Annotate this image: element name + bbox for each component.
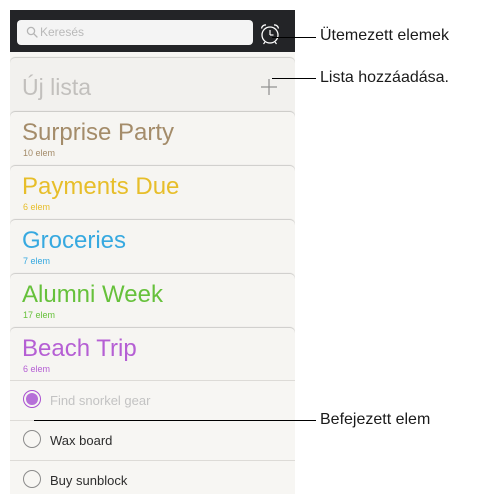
search-icon bbox=[26, 26, 38, 38]
callout-add-list: Lista hozzáadása. bbox=[320, 69, 449, 86]
callout-scheduled-items: Ütemezett elemek bbox=[320, 27, 449, 44]
reminder-text: Find snorkel gear bbox=[50, 393, 151, 408]
plus-icon[interactable] bbox=[260, 78, 278, 96]
list-item-count: 10 elem bbox=[23, 148, 56, 158]
list-card-surprise-party[interactable]: Surprise Party 10 elem bbox=[10, 112, 295, 172]
reminder-row[interactable]: Wax board bbox=[10, 420, 295, 461]
callout-completed-item: Befejezett elem bbox=[320, 411, 431, 428]
list-card-beach-trip[interactable]: Beach Trip 6 elem Find snorkel gear Wax … bbox=[10, 328, 295, 494]
new-list-label: Új lista bbox=[22, 74, 92, 100]
list-item-count: 17 elem bbox=[23, 310, 56, 320]
callout-line-add-list bbox=[272, 78, 316, 79]
completed-checkbox[interactable] bbox=[23, 390, 41, 408]
checkbox[interactable] bbox=[23, 470, 41, 488]
list-item-count: 6 elem bbox=[23, 364, 51, 374]
checkbox[interactable] bbox=[23, 430, 41, 448]
list-title: Surprise Party bbox=[22, 119, 175, 146]
reminders-screen: Keresés Új lista Surprise Party 10 elem … bbox=[10, 10, 295, 494]
reminder-text: Buy sunblock bbox=[50, 473, 128, 488]
search-field[interactable]: Keresés bbox=[17, 20, 253, 45]
list-item-count: 7 elem bbox=[23, 256, 51, 266]
list-title: Alumni Week bbox=[22, 281, 163, 308]
list-item-count: 6 elem bbox=[23, 202, 51, 212]
top-bar: Keresés bbox=[10, 10, 295, 52]
reminder-row[interactable]: Buy sunblock bbox=[10, 460, 295, 494]
reminder-row-completed[interactable]: Find snorkel gear bbox=[10, 380, 295, 421]
list-card-alumni-week[interactable]: Alumni Week 17 elem bbox=[10, 274, 295, 334]
list-card-groceries[interactable]: Groceries 7 elem bbox=[10, 220, 295, 280]
callout-line-scheduled bbox=[272, 37, 316, 38]
new-list-card[interactable]: Új lista bbox=[10, 58, 295, 118]
search-placeholder: Keresés bbox=[40, 25, 85, 39]
list-title: Groceries bbox=[22, 227, 127, 254]
callout-line-completed bbox=[34, 420, 316, 421]
list-title: Beach Trip bbox=[22, 335, 137, 362]
reminder-text: Wax board bbox=[50, 433, 113, 448]
list-title: Payments Due bbox=[22, 173, 180, 200]
list-card-payments-due[interactable]: Payments Due 6 elem bbox=[10, 166, 295, 226]
alarm-clock-icon[interactable] bbox=[258, 22, 282, 46]
